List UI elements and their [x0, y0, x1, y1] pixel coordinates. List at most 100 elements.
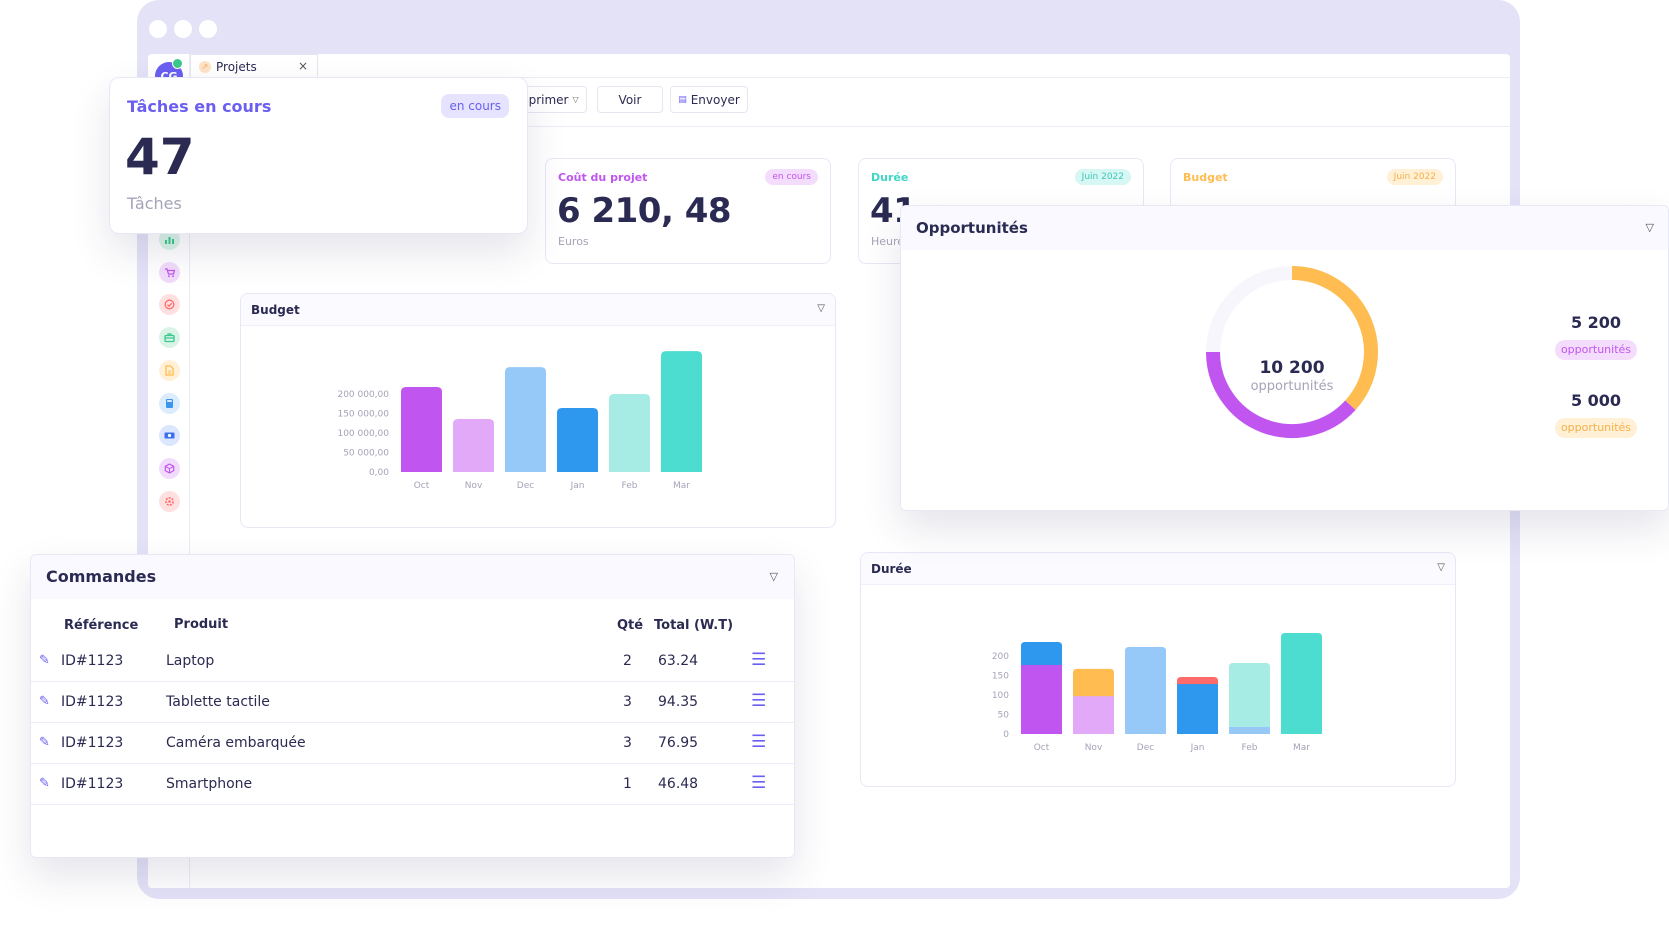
y-tick-label: 50 000,00 — [343, 449, 389, 459]
send-label: Envoyer — [690, 92, 740, 107]
kpi-title: Budget — [1183, 171, 1228, 184]
sidebar-item-briefcase[interactable] — [159, 327, 180, 349]
date-badge: Juin 2022 — [1386, 169, 1443, 185]
edit-icon[interactable]: ✎ — [39, 776, 50, 791]
status-badge: en cours — [441, 94, 509, 118]
table-row[interactable]: ✎ ID#1123 Caméra embarquée 3 76.95 ☰ — [31, 723, 794, 764]
tab-projets[interactable]: ↗ Projets × — [190, 54, 318, 78]
online-status-dot — [172, 58, 183, 69]
x-tick-label: Oct — [414, 481, 430, 491]
cell-reference: ID#1123 — [61, 653, 124, 669]
bar-feb — [609, 394, 650, 472]
cell-product: Tablette tactile — [166, 694, 270, 710]
budget-chart-panel: Budget ▽ 0,00 50 000,00 100 000,00 150 000,… — [240, 293, 836, 528]
y-tick-label: 100 — [992, 691, 1009, 701]
cell-total: 94.35 — [658, 694, 699, 710]
bar-segment-base-jan — [1177, 684, 1218, 734]
menu-icon[interactable]: ☰ — [751, 732, 766, 752]
edit-icon[interactable]: ✎ — [39, 735, 50, 750]
y-tick-label: 200 000,00 — [337, 390, 389, 400]
x-tick-label: Mar — [673, 481, 690, 491]
x-tick-label: Oct — [1034, 743, 1050, 753]
view-label: Voir — [618, 92, 642, 107]
menu-icon[interactable]: ☰ — [751, 691, 766, 711]
document-icon: ▤ — [678, 94, 687, 105]
sidebar-item-document[interactable] — [159, 359, 180, 381]
document-icon — [165, 365, 174, 376]
edit-icon[interactable]: ✎ — [39, 653, 50, 668]
window-dot-close[interactable] — [149, 20, 167, 38]
window-dot-minimize[interactable] — [174, 20, 192, 38]
x-tick-label: Mar — [1293, 743, 1310, 753]
tasks-unit: Tâches — [127, 194, 182, 213]
check-circle-icon — [164, 299, 175, 310]
tasks-card: Tâches en cours en cours 47 Tâches — [109, 77, 528, 234]
legend-badge: opportunités — [1555, 418, 1637, 438]
x-tick-label: Feb — [1242, 743, 1258, 753]
bar-nov — [453, 418, 494, 472]
x-tick-label: Nov — [465, 481, 483, 491]
menu-icon[interactable]: ☰ — [751, 773, 766, 793]
kpi-unit: Euros — [558, 235, 589, 248]
y-tick-label: 150 — [992, 672, 1009, 682]
donut-total-label: opportunités — [1250, 379, 1334, 394]
cell-total: 63.24 — [658, 653, 699, 669]
legend-badge: opportunités — [1555, 340, 1637, 360]
bar-segment-top-oct — [1021, 641, 1062, 668]
bar-segment-top-nov — [1073, 668, 1114, 700]
status-badge: en cours — [765, 169, 818, 185]
bar-segment-top-feb — [1229, 663, 1270, 730]
briefcase-icon — [164, 333, 175, 343]
table-row[interactable]: ✎ ID#1123 Laptop 2 63.24 ☰ — [31, 641, 794, 682]
bar-chart-icon — [165, 237, 174, 244]
legend-value: 5 200 — [1570, 313, 1622, 332]
menu-icon[interactable]: ☰ — [751, 650, 766, 670]
send-button[interactable]: ▤ Envoyer — [670, 86, 748, 113]
duration-chart: 0 50 100 150 200 Oct Nov Dec Jan Feb Mar — [992, 632, 1322, 753]
window-dot-maximize[interactable] — [199, 20, 217, 38]
sidebar-item-money[interactable] — [159, 425, 180, 447]
bar-segment-base-oct — [1021, 664, 1062, 734]
tasks-count: 47 — [125, 128, 195, 186]
x-tick-label: Dec — [517, 481, 534, 491]
sidebar-item-check-circle[interactable] — [159, 294, 180, 316]
table-row[interactable]: ✎ ID#1123 Tablette tactile 3 94.35 ☰ — [31, 682, 794, 723]
edit-icon[interactable]: ✎ — [39, 694, 50, 709]
column-header-qty[interactable]: Qté — [617, 618, 643, 633]
cell-product: Laptop — [166, 653, 215, 669]
opportunities-card: Opportunités ▽ 10 200 opportunités 5 200… — [900, 205, 1669, 511]
cell-total: 46.48 — [658, 776, 699, 792]
table-row[interactable]: ✎ ID#1123 Smartphone 1 46.48 ☰ — [31, 764, 794, 805]
view-button[interactable]: Voir — [597, 86, 663, 113]
y-tick-label: 200 — [992, 652, 1009, 662]
tab-label: Projets — [216, 59, 257, 74]
cell-reference: ID#1123 — [61, 776, 124, 792]
column-header-total[interactable]: Total (W.T) — [654, 618, 733, 633]
cell-reference: ID#1123 — [61, 735, 124, 751]
duration-chart-panel: Durée ▽ 0 50 100 150 200 Oct Nov Dec Jan Feb Mar — [860, 552, 1456, 787]
chevron-down-icon[interactable]: ▽ — [770, 570, 778, 583]
y-tick-label: 100 000,00 — [337, 429, 389, 439]
close-tab-icon[interactable]: × — [298, 59, 308, 73]
y-tick-label: 50 — [998, 711, 1010, 721]
bar-segment-base-nov — [1073, 696, 1114, 734]
bar-dec — [1125, 647, 1166, 734]
bar-mar — [1281, 632, 1322, 734]
sidebar-item-settings[interactable] — [159, 490, 180, 512]
orders-card: Commandes ▽ Référence Produit Qté Total … — [30, 554, 795, 858]
budget-chart: 0,00 50 000,00 100 000,00 150 000,00 200 000… — [337, 351, 702, 491]
kpi-card-cost: Coût du projet en cours 6 210, 48 Euros — [545, 158, 831, 264]
sidebar-item-cart[interactable] — [159, 261, 180, 283]
column-header-reference[interactable]: Référence — [64, 618, 138, 633]
x-tick-label: Jan — [570, 481, 585, 491]
y-tick-label: 150 000,00 — [337, 410, 389, 420]
x-tick-label: Nov — [1085, 743, 1103, 753]
kpi-title: Durée — [871, 171, 909, 184]
x-tick-label: Dec — [1137, 743, 1154, 753]
bar-segment-base-feb — [1229, 726, 1270, 734]
sidebar-item-calculator[interactable] — [159, 392, 180, 414]
sidebar-item-cube[interactable] — [159, 457, 180, 479]
column-header-product[interactable]: Produit — [174, 617, 228, 632]
cell-product: Caméra embarquée — [166, 735, 306, 751]
bar-dec — [505, 367, 546, 472]
